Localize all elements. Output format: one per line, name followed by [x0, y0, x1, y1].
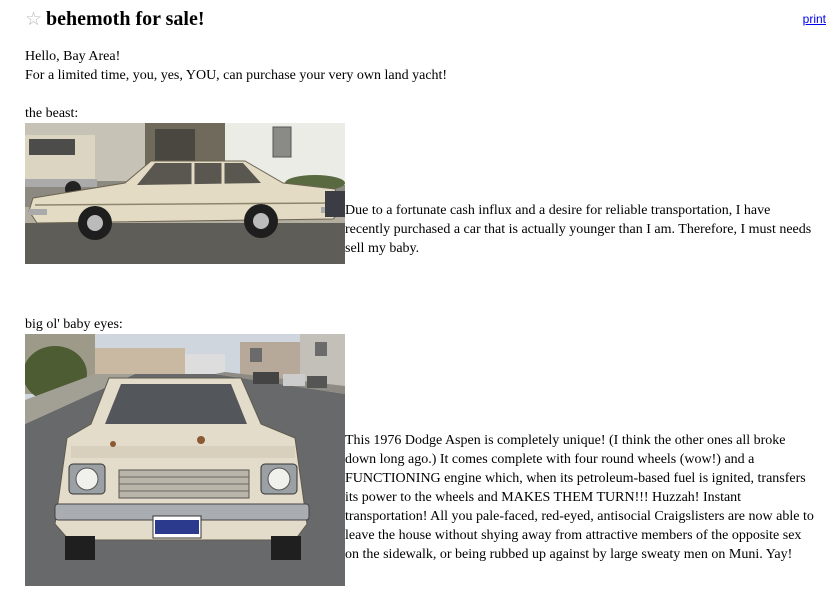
caption-baby-eyes: big ol' baby eyes: — [25, 317, 123, 332]
print-link[interactable]: print — [803, 10, 826, 29]
side-view-car-photo — [25, 123, 345, 264]
front-view-car-photo — [25, 334, 345, 586]
star-icon[interactable]: ☆ — [25, 8, 42, 32]
beast-description: Due to a fortunate cash influx and a des… — [345, 203, 812, 256]
aspen-description: This 1976 Dodge Aspen is completely uniq… — [345, 433, 814, 562]
intro-pitch: For a limited time, you, yes, YOU, can p… — [25, 68, 448, 83]
caption-the-beast: the beast: — [25, 106, 79, 121]
intro-text: Hello, Bay Area! For a limited time, you… — [25, 47, 447, 85]
intro-greeting: Hello, Bay Area! — [25, 49, 121, 64]
post-title: behemoth for sale! — [46, 8, 205, 30]
